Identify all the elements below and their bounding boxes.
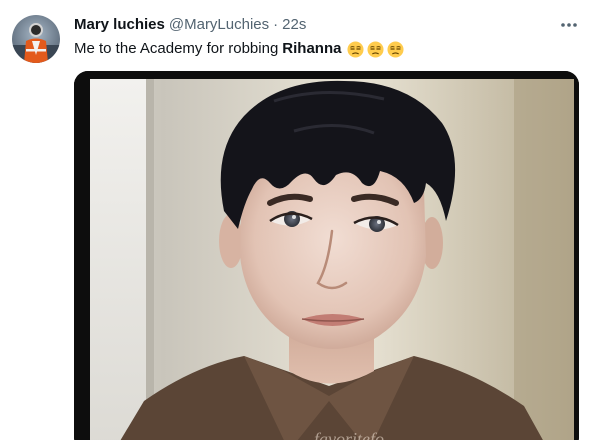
emoji-group — [347, 40, 404, 58]
timestamp[interactable]: 22s — [282, 15, 306, 35]
separator-dot: · — [273, 16, 279, 33]
tweet-header: Mary luchies @MaryLuchies · 22s — [74, 14, 306, 36]
media-watermark: favoritefo — [314, 429, 384, 440]
unamused-face-emoji — [367, 40, 384, 58]
media-image: favoritefo — [74, 71, 579, 440]
unamused-face-emoji — [347, 40, 364, 58]
author-handle[interactable]: @MaryLuchies — [169, 15, 269, 35]
tweet: Mary luchies @MaryLuchies · 22s Me to th… — [0, 0, 595, 440]
tweet-text-bold: Rihanna — [282, 40, 342, 57]
more-horizontal-icon — [561, 23, 577, 27]
tweet-media[interactable]: favoritefo — [74, 71, 579, 440]
more-button[interactable] — [553, 13, 585, 37]
unamused-face-emoji — [387, 40, 404, 58]
author-name[interactable]: Mary luchies — [74, 15, 165, 35]
tweet-text-body: Me to the Academy for robbing — [74, 40, 279, 57]
tweet-text: Me to the Academy for robbing Rihanna — [74, 38, 404, 60]
avatar-image — [12, 15, 60, 63]
avatar[interactable] — [12, 15, 60, 63]
